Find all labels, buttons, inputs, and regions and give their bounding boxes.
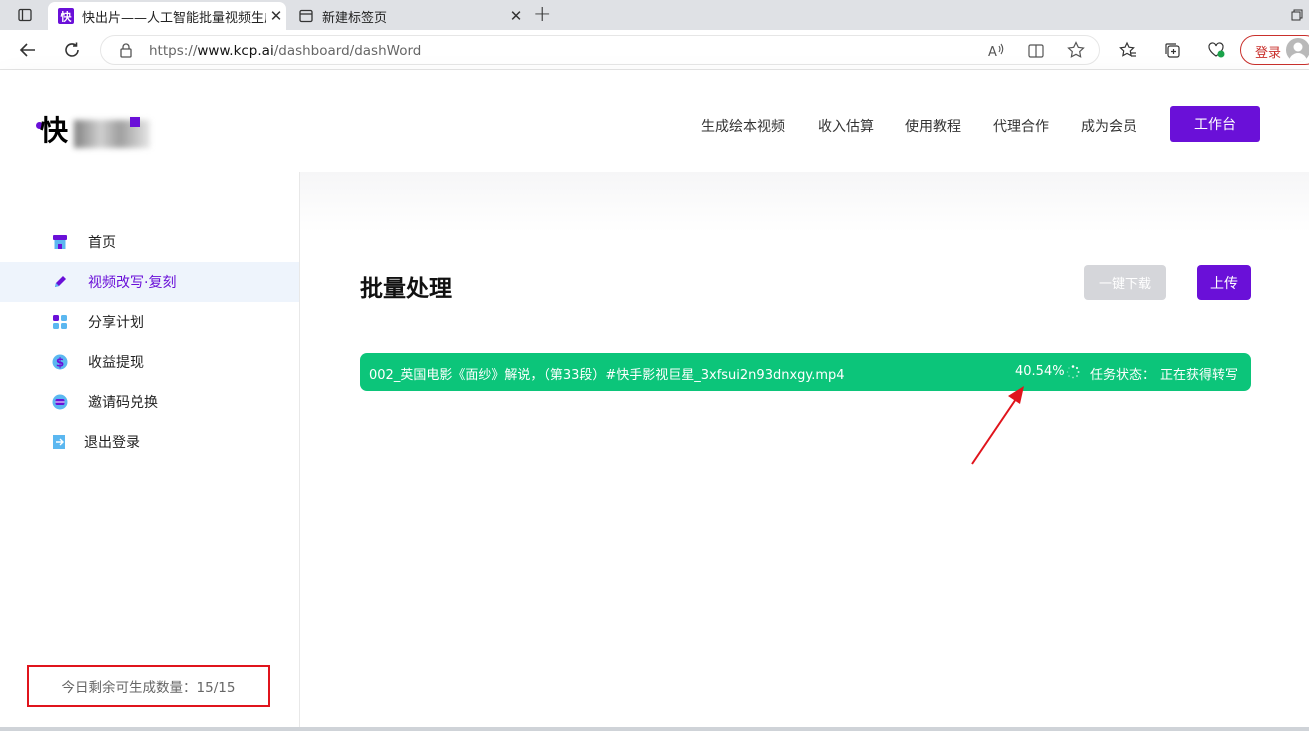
browser-tab-newtab[interactable]: 新建标签页 ✕ (288, 2, 526, 30)
grid-icon (53, 315, 67, 329)
newtab-icon (298, 8, 314, 24)
nav-income-estimate[interactable]: 收入估算 (818, 116, 874, 136)
nav-generate-picturebook-video[interactable]: 生成绘本视频 (701, 116, 785, 136)
logo-accent-icon (130, 117, 140, 127)
tab-close-icon[interactable]: ✕ (506, 7, 526, 25)
sidebar-item-label: 邀请码兑换 (88, 395, 158, 411)
task-status-value: 正在获得转写 (1160, 368, 1239, 383)
workspace-button[interactable]: 工作台 (1170, 106, 1260, 142)
tab-close-icon[interactable]: ✕ (266, 7, 286, 25)
annotation-arrow-icon (971, 386, 1024, 465)
task-status-label: 任务状态： (1090, 368, 1156, 383)
refresh-icon[interactable] (62, 40, 82, 60)
page-title: 批量处理 (360, 276, 452, 302)
browser-toolbar: https://www.kcp.ai/dashboard/dashWord A … (0, 30, 1309, 70)
nav-agency[interactable]: 代理合作 (993, 116, 1049, 136)
sidebar-item-label: 收益提现 (88, 355, 144, 371)
back-arrow-icon[interactable] (18, 40, 38, 60)
read-aloud-icon[interactable]: A (987, 42, 1005, 64)
daily-quota: 今日剩余可生成数量：15/15 (27, 665, 270, 707)
browser-tab-active[interactable]: 快 快出片——人工智能批量视频生成 ✕ (48, 2, 286, 30)
tab-title: 快出片——人工智能批量视频生成 (82, 10, 266, 26)
logout-icon (53, 435, 65, 449)
logo-text: 快 (40, 114, 69, 147)
sidebar-item-label: 退出登录 (84, 435, 140, 451)
upload-button[interactable]: 上传 (1197, 265, 1251, 300)
sidebar-item-logout[interactable]: 退出登录 (0, 422, 299, 462)
sidebar-item-home[interactable]: 首页 (0, 222, 299, 262)
nav-tutorial[interactable]: 使用教程 (905, 116, 961, 136)
split-screen-icon[interactable] (1027, 42, 1045, 64)
url-text: https://www.kcp.ai/dashboard/dashWord (149, 43, 422, 59)
shop-icon (53, 235, 67, 249)
loading-spinner-icon (1066, 365, 1080, 379)
svg-text:A: A (988, 45, 997, 60)
task-filename: 002_英国电影《面纱》解说，（第33段）#快手影视巨星_3xfsui2n93d… (369, 368, 845, 383)
tab-title: 新建标签页 (322, 10, 388, 26)
download-all-button[interactable]: 一键下载 (1084, 265, 1166, 300)
card-icon (52, 394, 68, 410)
dollar-icon: $ (52, 354, 68, 370)
favorites-icon[interactable] (1118, 40, 1138, 60)
collections-icon[interactable] (1162, 40, 1182, 60)
restore-window-icon[interactable] (1288, 6, 1306, 24)
sidebar-item-video-rewrite[interactable]: 视频改写·复刻 (0, 262, 299, 302)
site-logo[interactable]: 快 (36, 114, 151, 150)
nav-membership[interactable]: 成为会员 (1081, 116, 1137, 136)
sidebar-item-label: 分享计划 (88, 315, 144, 331)
lock-icon[interactable] (119, 42, 133, 62)
svg-text:$: $ (56, 356, 64, 370)
sidebar-item-share-plan[interactable]: 分享计划 (0, 302, 299, 342)
sidebar-item-withdraw[interactable]: $ 收益提现 (0, 342, 299, 382)
main-top-shade (300, 172, 1309, 232)
browser-essentials-icon[interactable] (1206, 40, 1226, 60)
pen-icon (55, 276, 66, 287)
sidebar-item-invite-code[interactable]: 邀请码兑换 (0, 382, 299, 422)
kuai-logo-icon: 快 (58, 8, 74, 24)
address-bar[interactable]: https://www.kcp.ai/dashboard/dashWord A (100, 35, 1100, 65)
task-progress: 40.54% (1015, 364, 1065, 379)
taskbar-strip (0, 727, 1309, 731)
new-tab-button[interactable]: + (533, 4, 551, 26)
sidebar-item-label: 视频改写·复刻 (88, 275, 177, 291)
svg-text:快: 快 (60, 10, 73, 24)
profile-avatar[interactable] (1286, 38, 1309, 62)
sidebar-item-label: 首页 (88, 235, 116, 251)
favorite-star-icon[interactable] (1067, 41, 1085, 63)
sidebar: 首页 视频改写·复刻 分享计划 $ 收益提现 邀请码兑换 退出登录 今日剩余可生… (0, 172, 300, 731)
browser-tabstrip: 快 快出片——人工智能批量视频生成 ✕ 新建标签页 ✕ + (0, 0, 1309, 30)
task-row[interactable]: 002_英国电影《面纱》解说，（第33段）#快手影视巨星_3xfsui2n93d… (360, 353, 1251, 391)
tab-actions-icon[interactable] (16, 6, 34, 24)
site-header: 快 生成绘本视频 收入估算 使用教程 代理合作 成为会员 工作台 (0, 70, 1309, 172)
